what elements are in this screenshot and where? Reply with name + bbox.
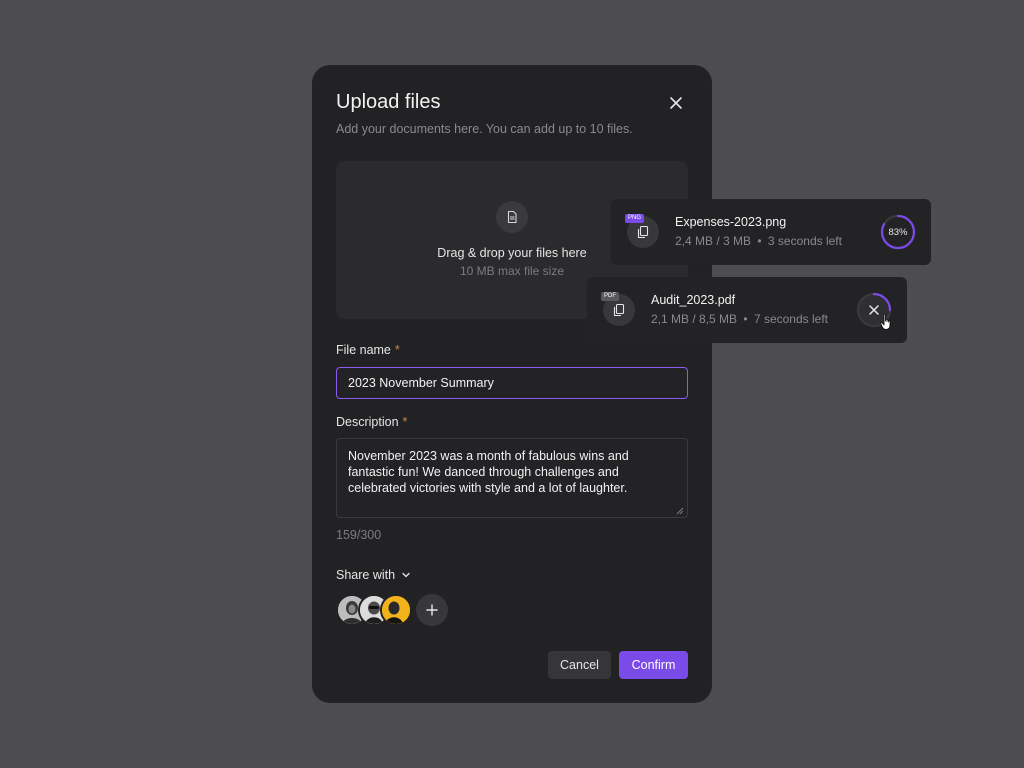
file-size: 2,1 MB / 8,5 MB <box>651 312 738 326</box>
hand-cursor-icon <box>880 313 891 330</box>
chevron-down-icon <box>402 572 410 578</box>
add-user-button[interactable] <box>416 594 448 626</box>
file-name: Audit_2023.pdf <box>651 293 736 307</box>
meta-separator: • <box>757 234 762 248</box>
required-mark: * <box>394 343 400 357</box>
shared-users <box>336 594 416 626</box>
share-with-label: Share with <box>336 568 396 582</box>
file-type-badge: PDF <box>601 292 619 301</box>
file-meta: 2,1 MB / 8,5 MB • 7 seconds left <box>651 312 828 326</box>
close-icon <box>670 97 682 109</box>
share-with-dropdown[interactable]: Share with <box>336 568 411 582</box>
document-icon <box>496 201 528 233</box>
confirm-button[interactable]: Confirm <box>619 651 688 679</box>
cancel-button[interactable]: Cancel <box>548 651 611 679</box>
description-textarea[interactable]: November 2023 was a month of fabulous wi… <box>336 438 688 518</box>
description-label-text: Description <box>336 415 399 429</box>
meta-separator: • <box>743 312 748 326</box>
required-mark: * <box>402 415 408 429</box>
time-remaining: 3 seconds left <box>767 234 842 248</box>
upload-dialog: Upload files Add your documents here. Yo… <box>312 65 712 703</box>
file-meta: 2,4 MB / 3 MB • 3 seconds left <box>675 234 842 248</box>
character-counter: 159/300 <box>336 528 382 542</box>
upload-progress: 83% <box>880 214 916 250</box>
resize-handle-icon[interactable] <box>674 505 684 515</box>
upload-item: PNG Expenses-2023.png 2,4 MB / 3 MB • 3 … <box>611 199 931 265</box>
dialog-title: Upload files <box>336 91 441 113</box>
file-name-label: File name * <box>336 343 400 357</box>
description-label: Description * <box>336 415 407 429</box>
dialog-subtitle: Add your documents here. You can add up … <box>336 122 633 136</box>
file-name: Expenses-2023.png <box>675 215 787 229</box>
file-size: 2,4 MB / 3 MB <box>675 234 752 248</box>
dropzone-subtext: 10 MB max file size <box>459 264 565 278</box>
close-button[interactable] <box>664 91 688 115</box>
file-name-label-text: File name <box>336 343 391 357</box>
time-remaining: 7 seconds left <box>753 312 828 326</box>
file-name-input[interactable] <box>336 367 688 399</box>
file-type-badge: PNG <box>625 214 645 223</box>
avatar[interactable] <box>380 594 412 626</box>
upload-item: PDF Audit_2023.pdf 2,1 MB / 8,5 MB • 7 s… <box>587 277 907 343</box>
progress-label: 83% <box>888 226 908 238</box>
plus-icon <box>426 604 438 616</box>
